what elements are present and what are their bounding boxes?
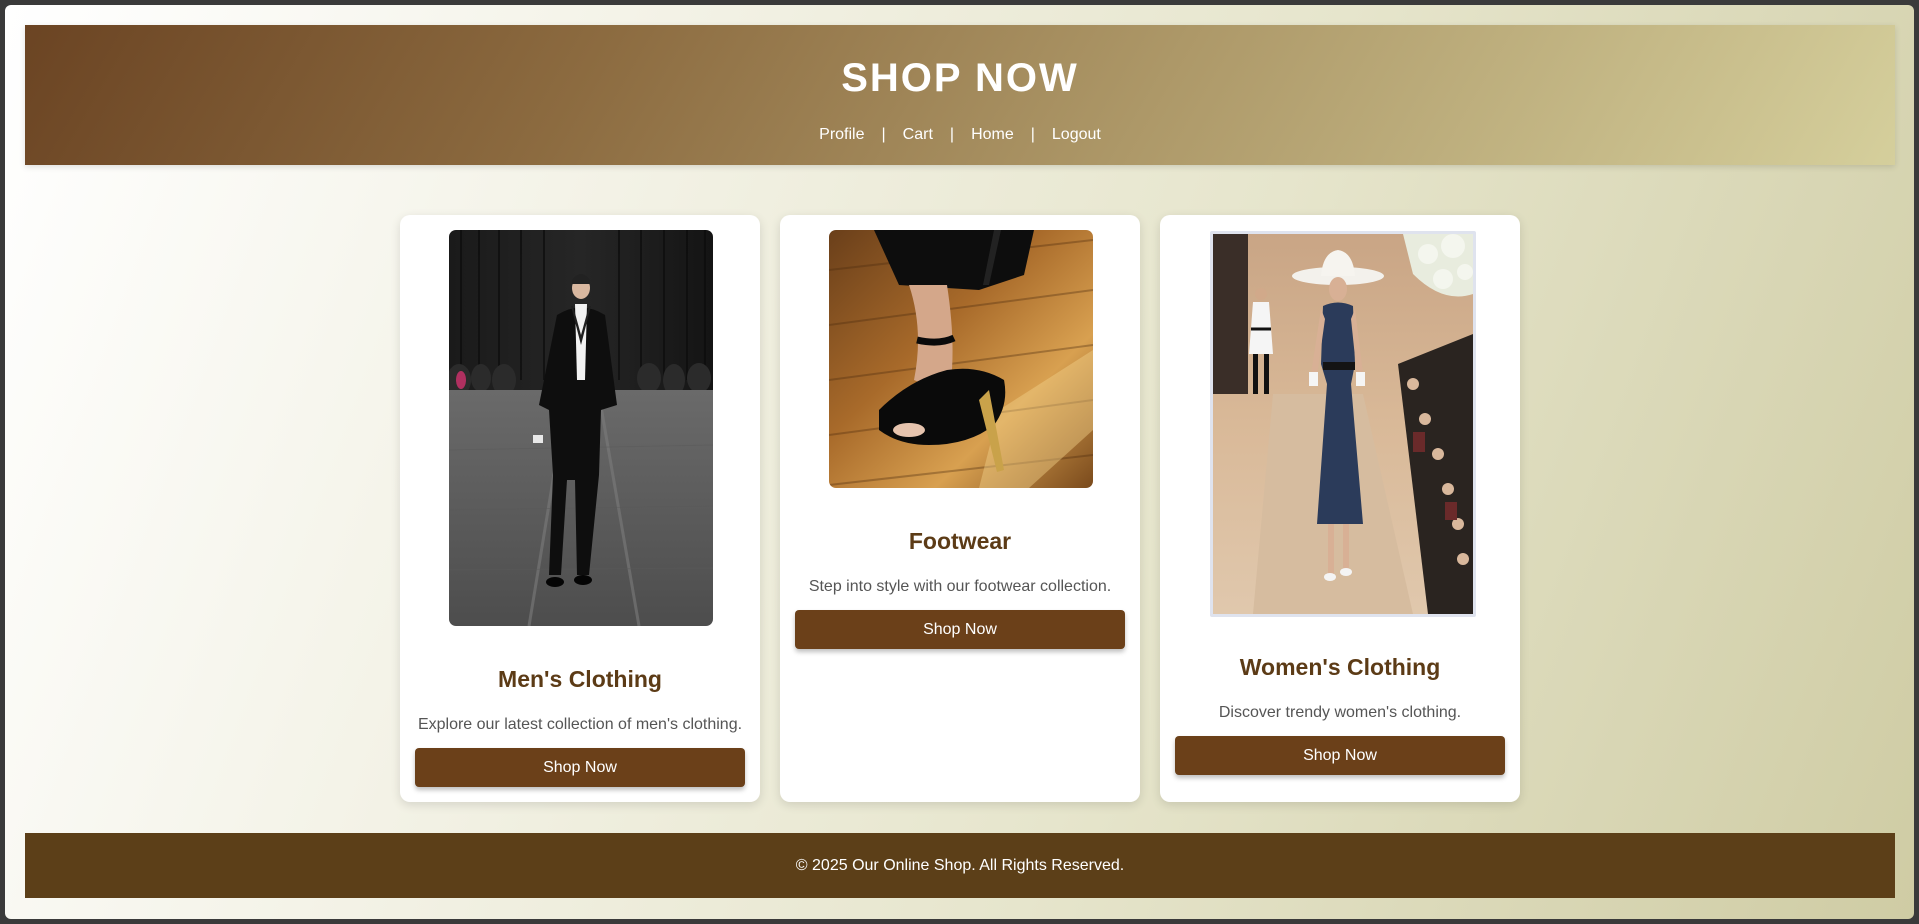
nav-link-profile[interactable]: Profile (819, 125, 864, 145)
category-card-footwear: Footwear Step into style with our footwe… (780, 215, 1140, 802)
shop-now-button-footwear[interactable]: Shop Now (795, 610, 1125, 649)
nav-separator: | (881, 126, 886, 143)
card-description: Discover trendy women's clothing. (1218, 704, 1462, 721)
category-card-womens: Women's Clothing Discover trendy women's… (1160, 215, 1520, 802)
card-title: Men's Clothing (498, 666, 662, 692)
card-description: Step into style with our footwear collec… (808, 578, 1112, 595)
site-header: SHOP NOW Profile | Cart | Home | Logout (25, 25, 1895, 165)
card-title: Women's Clothing (1239, 654, 1441, 680)
category-card-mens: Men's Clothing Explore our latest collec… (400, 215, 760, 802)
nav-link-home[interactable]: Home (971, 125, 1014, 145)
nav-separator: | (949, 126, 955, 143)
page: SHOP NOW Profile | Cart | Home | Logout (5, 5, 1914, 919)
card-description: Explore our latest collection of men's c… (417, 716, 743, 733)
site-title: SHOP NOW (841, 56, 1079, 100)
shop-now-button-mens[interactable]: Shop Now (415, 748, 745, 787)
mens-clothing-image (449, 230, 713, 626)
shop-now-button-womens[interactable]: Shop Now (1175, 736, 1505, 775)
footwear-image (829, 230, 1093, 488)
site-footer: © 2025 Our Online Shop. All Rights Reser… (25, 833, 1895, 898)
copyright-text: © 2025 Our Online Shop. All Rights Reser… (795, 857, 1125, 874)
womens-clothing-image (1210, 231, 1476, 617)
nav-link-cart[interactable]: Cart (903, 125, 933, 145)
nav-separator: | (1030, 126, 1035, 143)
card-title: Footwear (908, 528, 1012, 554)
nav-link-logout[interactable]: Logout (1052, 125, 1101, 145)
main-nav: Profile | Cart | Home | Logout (25, 125, 1895, 145)
